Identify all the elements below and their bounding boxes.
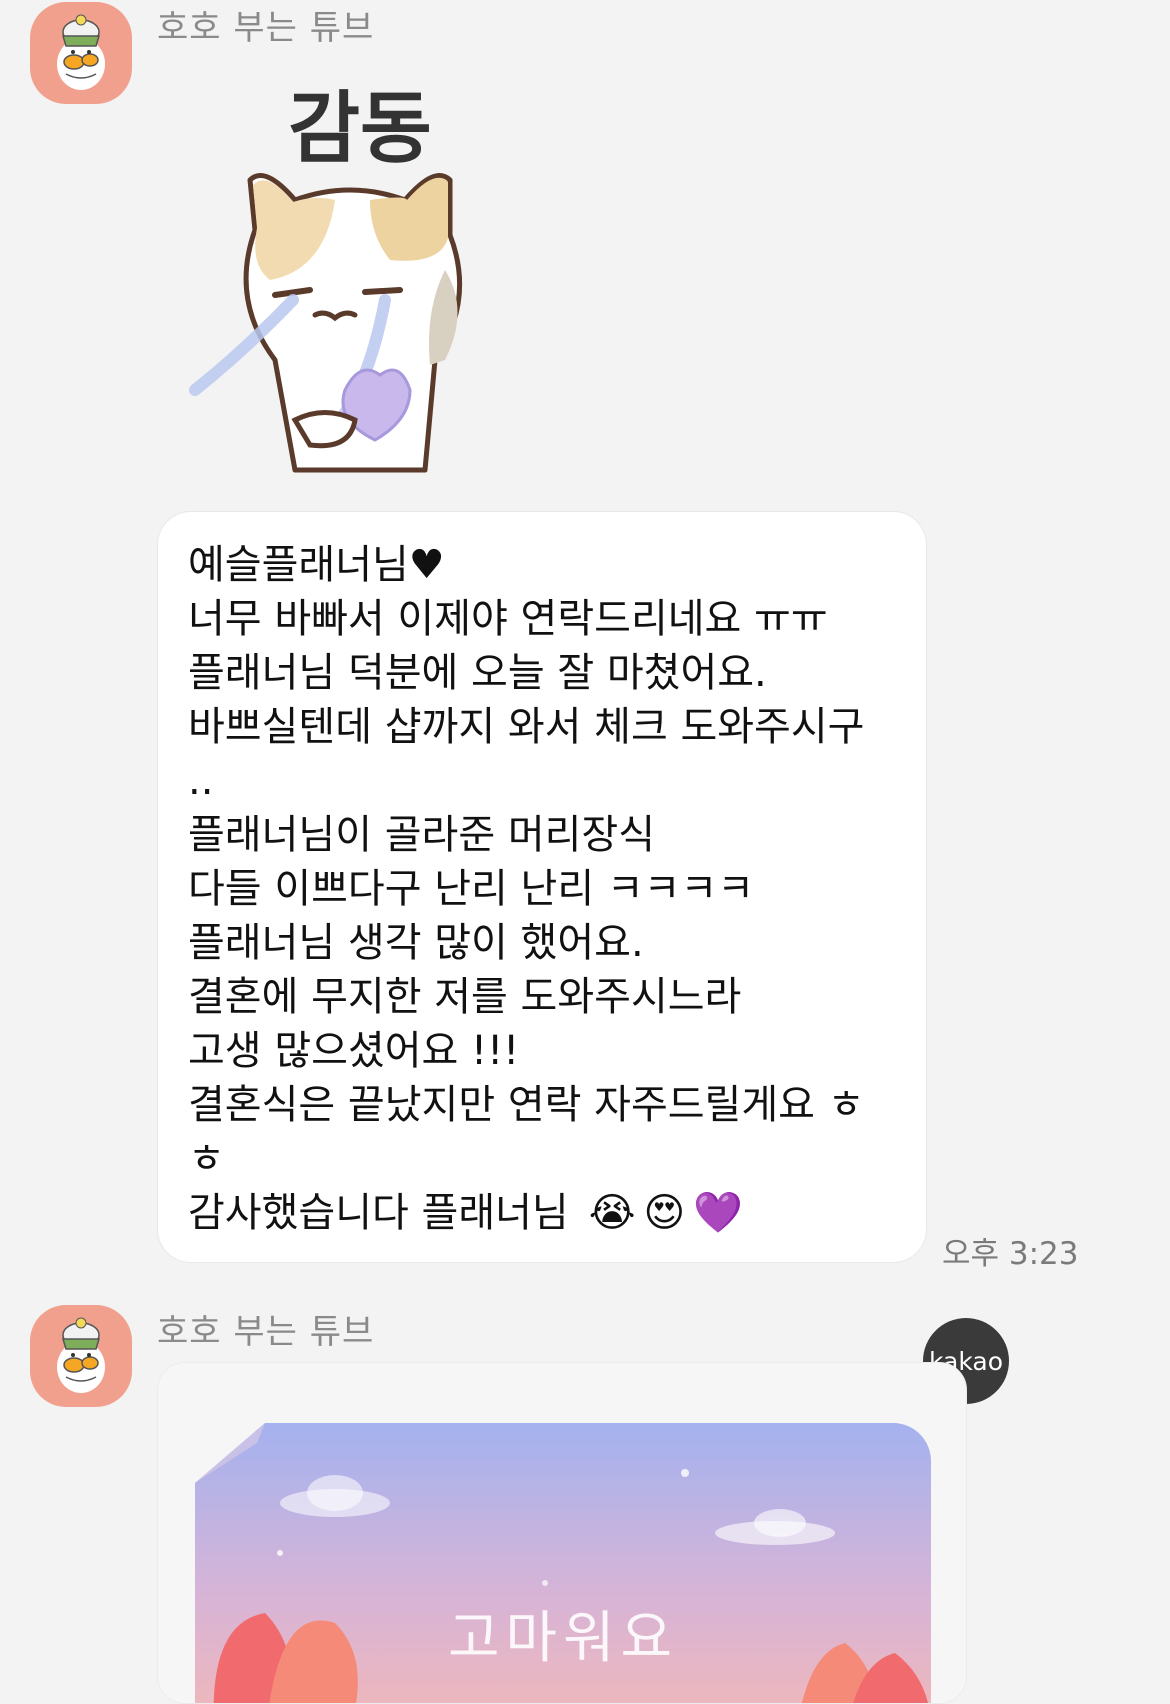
- avatar[interactable]: [30, 1305, 132, 1407]
- thank-you-card[interactable]: 고마워요: [157, 1362, 967, 1704]
- heart-eyes-emoji-icon: 😍: [643, 1190, 686, 1236]
- card-title: 고마워요: [447, 1606, 679, 1671]
- message-line: 너무 바빠서 이제야 연락드리네요 ㅠㅠ: [188, 596, 828, 642]
- message-line: 다들 이쁘다구 난리 난리 ㅋㅋㅋㅋ: [188, 866, 755, 912]
- sender-name: 호호 부는 튜브: [157, 1312, 375, 1352]
- tube-character-icon: [57, 1317, 105, 1393]
- message-line: 예슬플래너님♥: [188, 542, 445, 588]
- message-line: ..: [188, 758, 214, 804]
- sticker-caption: 감동: [288, 84, 432, 174]
- message-line: 플래너님 덕분에 오늘 잘 마쳤어요.: [188, 650, 767, 696]
- message-last-text: 감사했습니다 플래너님: [188, 1190, 569, 1236]
- tube-character-icon: [57, 14, 105, 90]
- message-line: 플래너님이 골라준 머리장식: [188, 812, 656, 858]
- message-line: 플래너님 생각 많이 했어요.: [188, 920, 644, 966]
- message-line: ㅎ: [188, 1136, 225, 1182]
- avatar[interactable]: [30, 2, 132, 104]
- sticker-crying-cat[interactable]: 감동: [175, 60, 535, 490]
- message-bubble[interactable]: 예슬플래너님♥ 너무 바빠서 이제야 연락드리네요 ㅠㅠ 플래너님 덕분에 오늘…: [157, 511, 927, 1263]
- purple-heart-emoji-icon: 💜: [693, 1190, 743, 1236]
- message-line: 결혼에 무지한 저를 도와주시느라: [188, 974, 742, 1020]
- message-line: 고생 많으셨어요 !!!: [188, 1028, 520, 1074]
- message-timestamp: 오후 3:23: [942, 1236, 1079, 1272]
- card-illustration: 고마워요: [195, 1423, 931, 1703]
- crying-face-emoji-icon: 😭: [588, 1190, 636, 1236]
- message-line-last: 감사했습니다 플래너님 😭 😍 💜: [188, 1186, 896, 1240]
- message-line: 결혼식은 끝났지만 연락 자주드릴게요 ㅎ: [188, 1082, 865, 1128]
- message-line: 바쁘실텐데 샵까지 와서 체크 도와주시구: [188, 704, 865, 750]
- crying-cat-sticker-icon: 감동: [189, 84, 463, 473]
- sender-name: 호호 부는 튜브: [157, 8, 375, 48]
